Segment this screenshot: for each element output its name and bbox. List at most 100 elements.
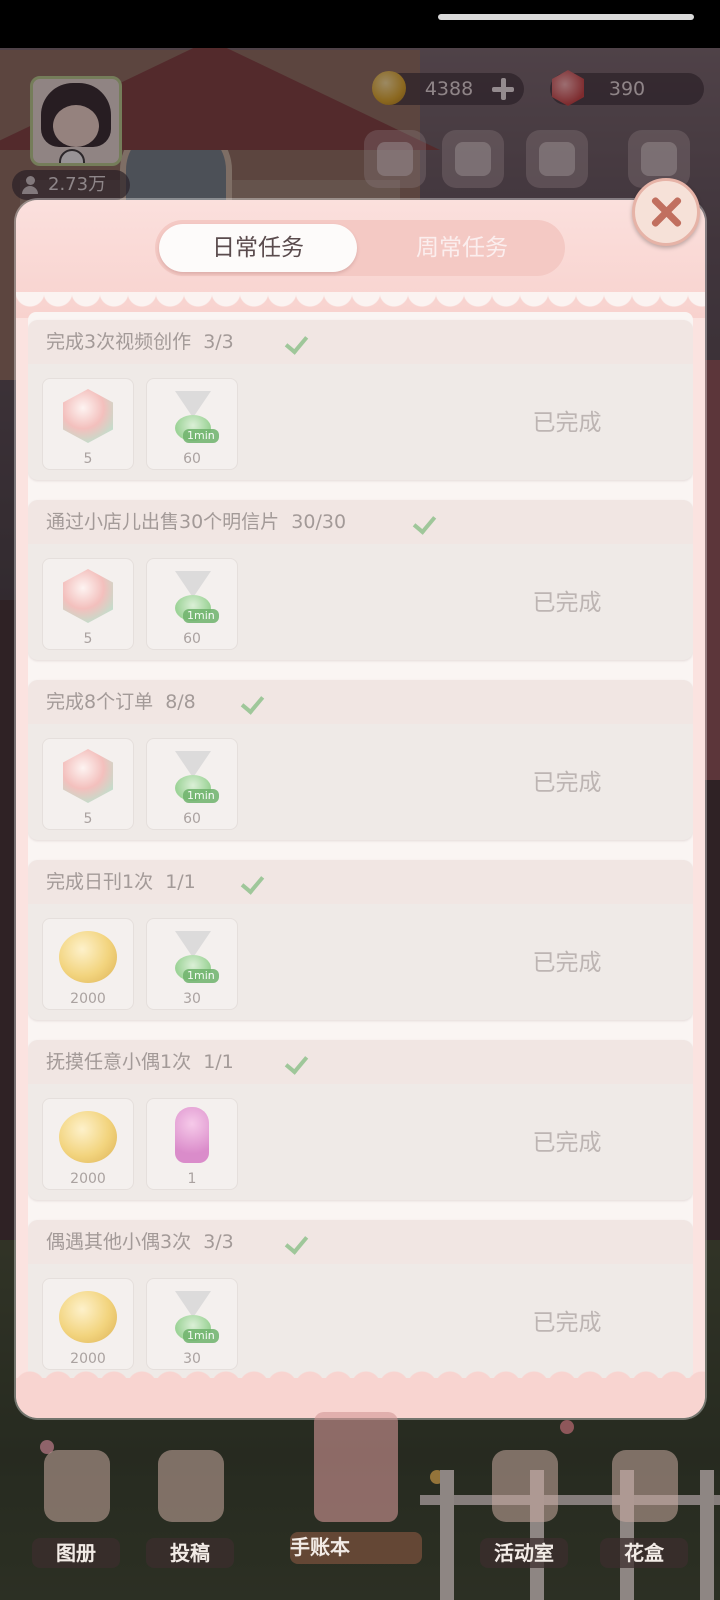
gem-icon [63,749,113,803]
footer-scallop-edge [16,1364,705,1386]
flower-box-icon [612,1450,678,1522]
teddy-bear-icon [492,1450,558,1522]
check-icon [242,692,266,710]
nav-label: 图册 [32,1538,120,1568]
nav-submit[interactable]: 投稿 [140,1450,240,1590]
reward-count: 5 [83,811,93,827]
task-name: 抚摸任意小偶1次 [46,1051,192,1073]
reward-count: 2000 [70,1171,106,1187]
task-item: 通过小店儿出售30个明信片 30/30 5 1min 60 已完成 [28,500,693,660]
completed-status: 已完成 [532,1310,602,1336]
task-item: 完成3次视频创作 3/3 5 1min 60 已完成 [28,320,693,480]
reward-item[interactable]: 1min 60 [146,738,238,830]
reward-count: 60 [183,631,201,647]
task-list[interactable]: 完成3次视频创作 3/3 5 1min 60 已完成 通过小店儿出售30个明信片… [28,312,693,1382]
time-tag: 1min [183,609,219,623]
task-header: 完成日刊1次 1/1 [28,860,693,904]
task-title: 完成8个订单 8/8 [46,680,196,724]
reward-count: 30 [183,991,201,1007]
task-progress: 1/1 [165,871,196,893]
reward-item[interactable]: 2000 [42,1098,134,1190]
time-tag: 1min [183,1329,219,1343]
completed-status: 已完成 [532,410,602,436]
reward-item[interactable]: 2000 [42,1278,134,1370]
system-status-bar [0,0,720,48]
reward-count: 5 [83,631,93,647]
task-panel: 日常任务 周常任务 完成3次视频创作 3/3 5 1min 60 已完成 通过小… [16,200,705,1418]
tab-daily-tasks[interactable]: 日常任务 [159,224,357,272]
task-header: 通过小店儿出售30个明信片 30/30 [28,500,693,544]
coin-icon [59,931,117,983]
completed-status: 已完成 [532,770,602,796]
tab-weekly-tasks[interactable]: 周常任务 [363,224,561,272]
time-tag: 1min [183,789,219,803]
task-progress: 1/1 [203,1051,234,1073]
check-icon [286,332,310,350]
reward-item[interactable]: 1min 60 [146,378,238,470]
check-icon [242,872,266,890]
reward-count: 5 [83,451,93,467]
task-name: 完成日刊1次 [46,871,154,893]
check-icon [286,1232,310,1250]
nav-label: 活动室 [480,1538,568,1568]
task-progress: 3/3 [203,1231,234,1253]
gem-icon [63,389,113,443]
film-reel-icon [158,1450,224,1522]
task-title: 通过小店儿出售30个明信片 30/30 [46,500,346,544]
reward-item[interactable]: 1min 60 [146,558,238,650]
doll-icon [175,1107,209,1163]
task-name: 通过小店儿出售30个明信片 [46,511,280,533]
task-name: 完成3次视频创作 [46,331,192,353]
coin-icon [59,1111,117,1163]
task-item: 偶遇其他小偶3次 3/3 2000 1min 30 已完成 [28,1220,693,1380]
reward-count: 1 [187,1171,197,1187]
coin-icon [59,1291,117,1343]
check-icon [286,1052,310,1070]
reward-item[interactable]: 2000 [42,918,134,1010]
album-icon [44,1450,110,1522]
check-icon [414,512,438,530]
panel-header: 日常任务 周常任务 [16,200,705,322]
status-indicator [438,14,694,20]
nav-album[interactable]: 图册 [26,1450,126,1590]
task-title: 抚摸任意小偶1次 1/1 [46,1040,234,1084]
reward-item[interactable]: 1 [146,1098,238,1190]
reward-item[interactable]: 1min 30 [146,918,238,1010]
task-title: 完成日刊1次 1/1 [46,860,196,904]
gem-icon [63,569,113,623]
task-progress: 30/30 [291,511,347,533]
nav-journal[interactable]: 手账本 [286,1412,426,1590]
close-button[interactable] [632,178,700,246]
nav-label: 投稿 [146,1538,234,1568]
reward-count: 60 [183,811,201,827]
task-title: 偶遇其他小偶3次 3/3 [46,1220,234,1264]
task-name: 偶遇其他小偶3次 [46,1231,192,1253]
reward-item[interactable]: 5 [42,378,134,470]
task-tabs: 日常任务 周常任务 [155,220,565,276]
journal-icon [314,1412,398,1522]
completed-status: 已完成 [532,1130,602,1156]
nav-flower-box[interactable]: 花盒 [594,1450,694,1590]
reward-item[interactable]: 5 [42,738,134,830]
completed-status: 已完成 [532,590,602,616]
reward-count: 60 [183,451,201,467]
nav-label: 花盒 [600,1538,688,1568]
task-progress: 3/3 [203,331,234,353]
task-item: 完成日刊1次 1/1 2000 1min 30 已完成 [28,860,693,1020]
reward-item[interactable]: 1min 30 [146,1278,238,1370]
task-header: 完成8个订单 8/8 [28,680,693,724]
nav-activity-room[interactable]: 活动室 [474,1450,574,1590]
time-tag: 1min [183,429,219,443]
task-header: 完成3次视频创作 3/3 [28,320,693,364]
task-item: 抚摸任意小偶1次 1/1 2000 1 已完成 [28,1040,693,1200]
task-name: 完成8个订单 [46,691,154,713]
completed-status: 已完成 [532,950,602,976]
task-header: 偶遇其他小偶3次 3/3 [28,1220,693,1264]
task-item: 完成8个订单 8/8 5 1min 60 已完成 [28,680,693,840]
task-header: 抚摸任意小偶1次 1/1 [28,1040,693,1084]
reward-item[interactable]: 5 [42,558,134,650]
task-title: 完成3次视频创作 3/3 [46,320,234,364]
task-progress: 8/8 [165,691,196,713]
nav-label: 手账本 [290,1532,422,1564]
time-tag: 1min [183,969,219,983]
